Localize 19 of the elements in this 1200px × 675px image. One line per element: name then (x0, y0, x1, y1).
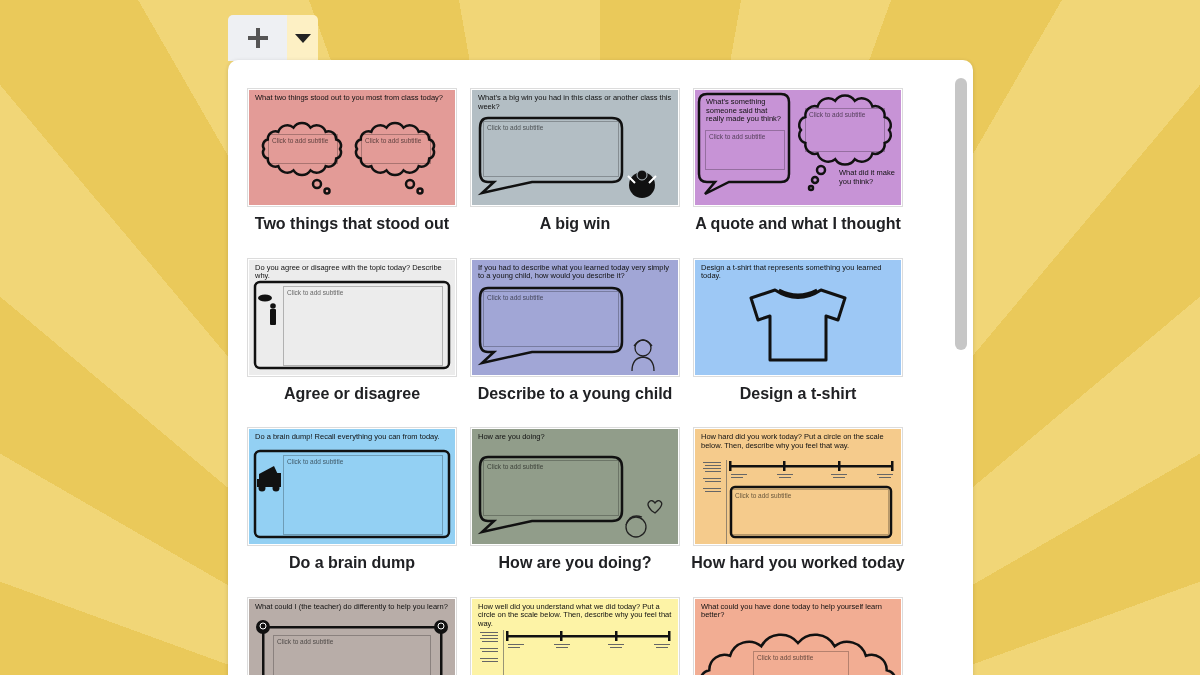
scrollbar-thumb[interactable] (955, 78, 967, 350)
template-title: A big win (538, 214, 612, 234)
template-title: Describe to a young child (476, 383, 674, 403)
dropdown-button[interactable] (287, 15, 318, 61)
cheering-person-icon (627, 169, 657, 198)
caret-icon (294, 33, 311, 43)
template-title: A quote and what I thought (694, 214, 902, 234)
template-title: Design a t-shirt (738, 383, 858, 403)
template-title: Two things that stood out (253, 214, 451, 234)
template-title: How are you doing? (497, 553, 653, 573)
dump-truck-icon (257, 466, 281, 492)
child-icon (631, 338, 655, 372)
person-heart-icon (625, 500, 663, 538)
template-title: How hard you worked today (690, 553, 906, 573)
plus-icon (246, 27, 269, 49)
add-button[interactable] (228, 15, 287, 61)
template-title: Do a brain dump (287, 553, 417, 573)
template-title: Agree or disagree (282, 383, 422, 403)
thinking-person-icon (258, 294, 276, 325)
